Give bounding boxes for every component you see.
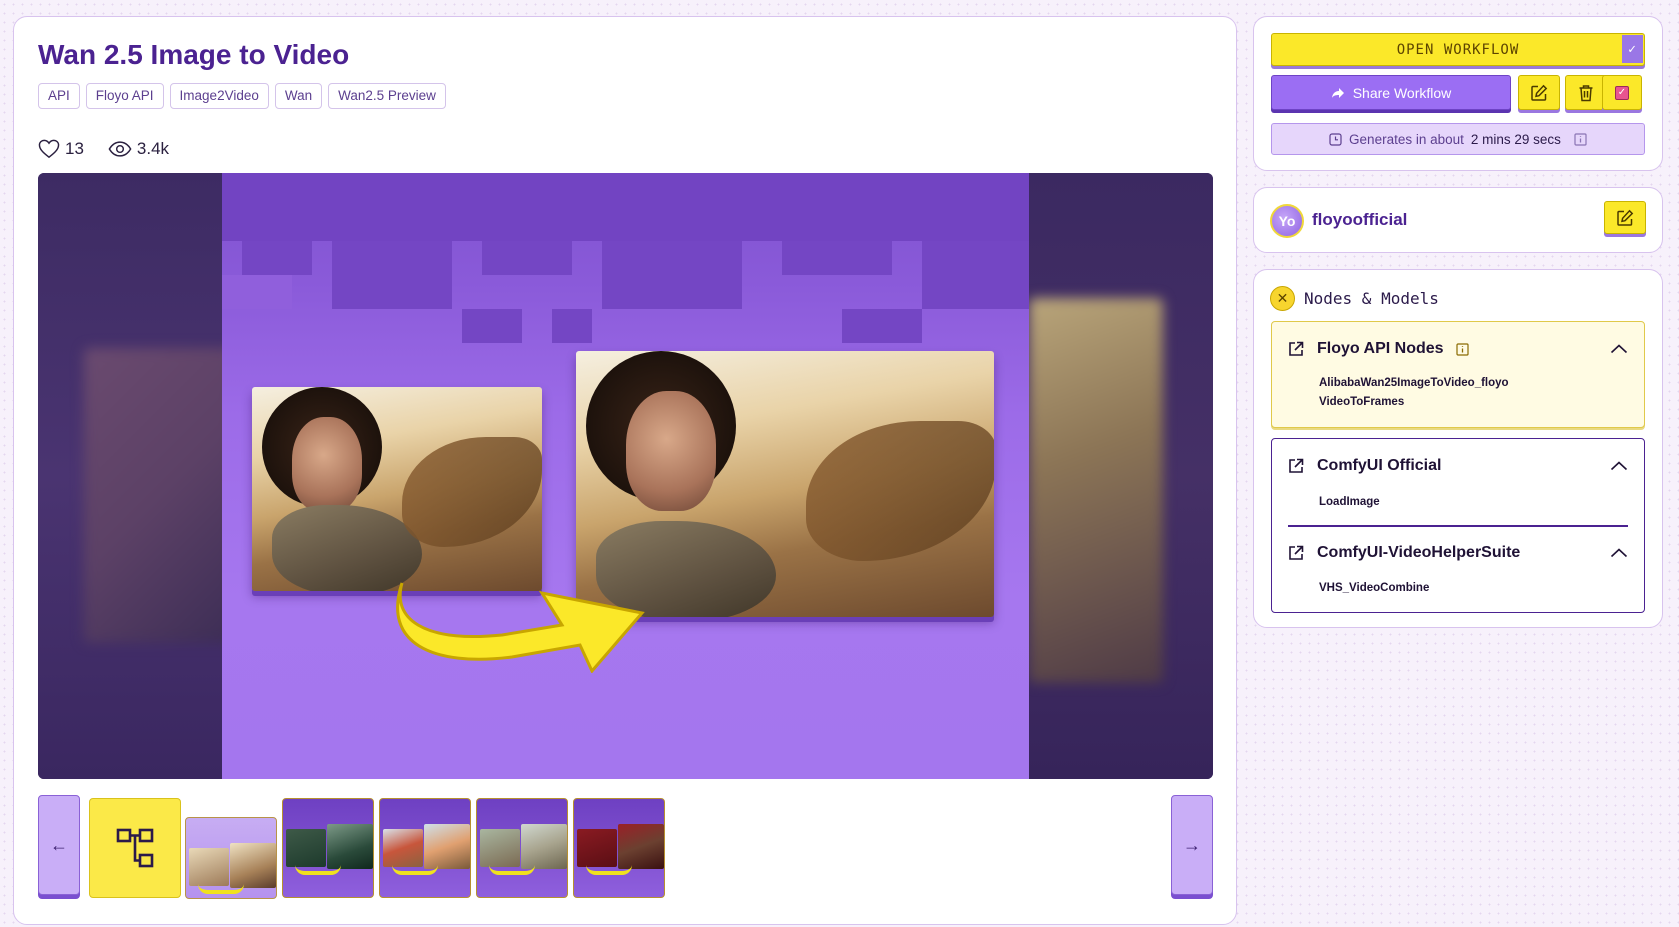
workflow-detail-card: Wan 2.5 Image to Video API Floyo API Ima…: [13, 16, 1237, 925]
transition-arrow-icon: [396, 582, 645, 673]
divider: [1288, 525, 1628, 527]
media-viewer[interactable]: [38, 173, 1213, 779]
chevron-up-icon[interactable]: [1610, 461, 1628, 471]
stats-bar: 13 3.4k: [38, 139, 169, 159]
info-icon[interactable]: [1574, 132, 1587, 146]
node-group-floyo-api: Floyo API Nodes AlibabaWan25ImageToVideo…: [1271, 321, 1645, 428]
node-group-comfyui: ComfyUI Official LoadImage ComfyUI-Video…: [1271, 438, 1645, 613]
next-button[interactable]: →: [1171, 795, 1213, 895]
node-item: AlibabaWan25ImageToVideo_floyo: [1319, 377, 1509, 389]
open-workflow-button[interactable]: OPEN WORKFLOW ✓: [1271, 33, 1645, 66]
thumbnail-5[interactable]: [573, 798, 665, 898]
chevron-up-icon[interactable]: [1610, 344, 1628, 354]
node-group-header[interactable]: ComfyUI-VideoHelperSuite: [1288, 544, 1628, 562]
heart-icon: [38, 139, 60, 159]
info-icon[interactable]: [1455, 342, 1469, 356]
eye-icon: [108, 140, 132, 158]
trash-icon: [1579, 84, 1593, 101]
node-group-header[interactable]: ComfyUI Official: [1288, 457, 1628, 475]
node-item: LoadImage: [1319, 496, 1380, 508]
tag-image2video[interactable]: Image2Video: [169, 83, 269, 109]
workflow-graph-icon: [116, 828, 154, 868]
open-workflow-label: OPEN WORKFLOW: [1396, 41, 1520, 58]
external-link-icon[interactable]: [1288, 545, 1304, 561]
tag-wan[interactable]: Wan: [274, 83, 323, 109]
clock-icon: [1329, 132, 1342, 146]
view-stat: 3.4k: [108, 139, 169, 159]
generation-time-value: 2 mins 29 secs: [1470, 131, 1561, 147]
next-slide-preview: [1029, 173, 1213, 779]
share-workflow-button[interactable]: Share Workflow: [1271, 75, 1511, 110]
edit-profile-button[interactable]: [1604, 201, 1646, 234]
previous-button[interactable]: ←: [38, 795, 80, 895]
workflow-actions-card: OPEN WORKFLOW ✓ Share Workflow ✓ Generat…: [1253, 16, 1663, 171]
edit-workflow-button[interactable]: [1518, 75, 1560, 110]
node-group-name: ComfyUI Official: [1317, 457, 1442, 474]
author-card: Yo floyoofficial: [1253, 187, 1663, 253]
favorite-toggle-button[interactable]: ✓: [1602, 75, 1642, 110]
thumbnail-4[interactable]: [476, 798, 568, 898]
like-stat[interactable]: 13: [38, 139, 84, 159]
check-icon: ✓: [1622, 35, 1643, 63]
avatar[interactable]: Yo: [1270, 204, 1304, 238]
input-image-frame: [252, 387, 542, 591]
checkbox-icon: ✓: [1615, 85, 1629, 100]
view-count: 3.4k: [136, 139, 170, 158]
delete-workflow-button[interactable]: [1565, 75, 1607, 110]
share-icon: [1331, 87, 1344, 98]
node-group-name: ComfyUI-VideoHelperSuite: [1317, 544, 1521, 561]
workflow-thumbnail[interactable]: [89, 798, 181, 898]
generation-time-prefix: Generates in about: [1349, 131, 1464, 147]
thumbnail-1[interactable]: [185, 817, 277, 899]
thumbnail-3[interactable]: [379, 798, 471, 898]
nodes-header: ✕ Nodes & Models: [1270, 286, 1439, 311]
thumbnail-strip: ← →: [38, 793, 1213, 899]
chevron-up-icon[interactable]: [1610, 548, 1628, 558]
tag-wan25-preview[interactable]: Wan2.5 Preview: [328, 83, 446, 109]
thumbnail-2[interactable]: [282, 798, 374, 898]
edit-icon: [1617, 209, 1634, 226]
tag-floyo-api[interactable]: Floyo API: [85, 83, 164, 109]
author-name[interactable]: floyoofficial: [1312, 210, 1407, 230]
edit-icon: [1531, 84, 1548, 101]
current-slide-image: [222, 173, 1029, 779]
nodes-models-card: ✕ Nodes & Models Floyo API Nodes Alibaba…: [1253, 269, 1663, 628]
close-icon[interactable]: ✕: [1270, 286, 1295, 311]
share-workflow-label: Share Workflow: [1352, 84, 1452, 101]
external-link-icon[interactable]: [1288, 341, 1304, 357]
tag-list: API Floyo API Image2Video Wan Wan2.5 Pre…: [38, 83, 446, 109]
tag-api[interactable]: API: [38, 83, 80, 109]
page-title: Wan 2.5 Image to Video: [38, 39, 350, 70]
like-count: 13: [65, 139, 84, 158]
nodes-title: Nodes & Models: [1304, 289, 1439, 308]
node-group-header[interactable]: Floyo API Nodes: [1288, 340, 1628, 358]
node-group-name: Floyo API Nodes: [1317, 340, 1444, 357]
node-item: VideoToFrames: [1319, 396, 1405, 408]
node-item: VHS_VideoCombine: [1319, 582, 1430, 594]
previous-slide-preview: [38, 173, 234, 779]
generation-time-badge: Generates in about 2 mins 29 secs: [1271, 123, 1645, 155]
external-link-icon[interactable]: [1288, 458, 1304, 474]
